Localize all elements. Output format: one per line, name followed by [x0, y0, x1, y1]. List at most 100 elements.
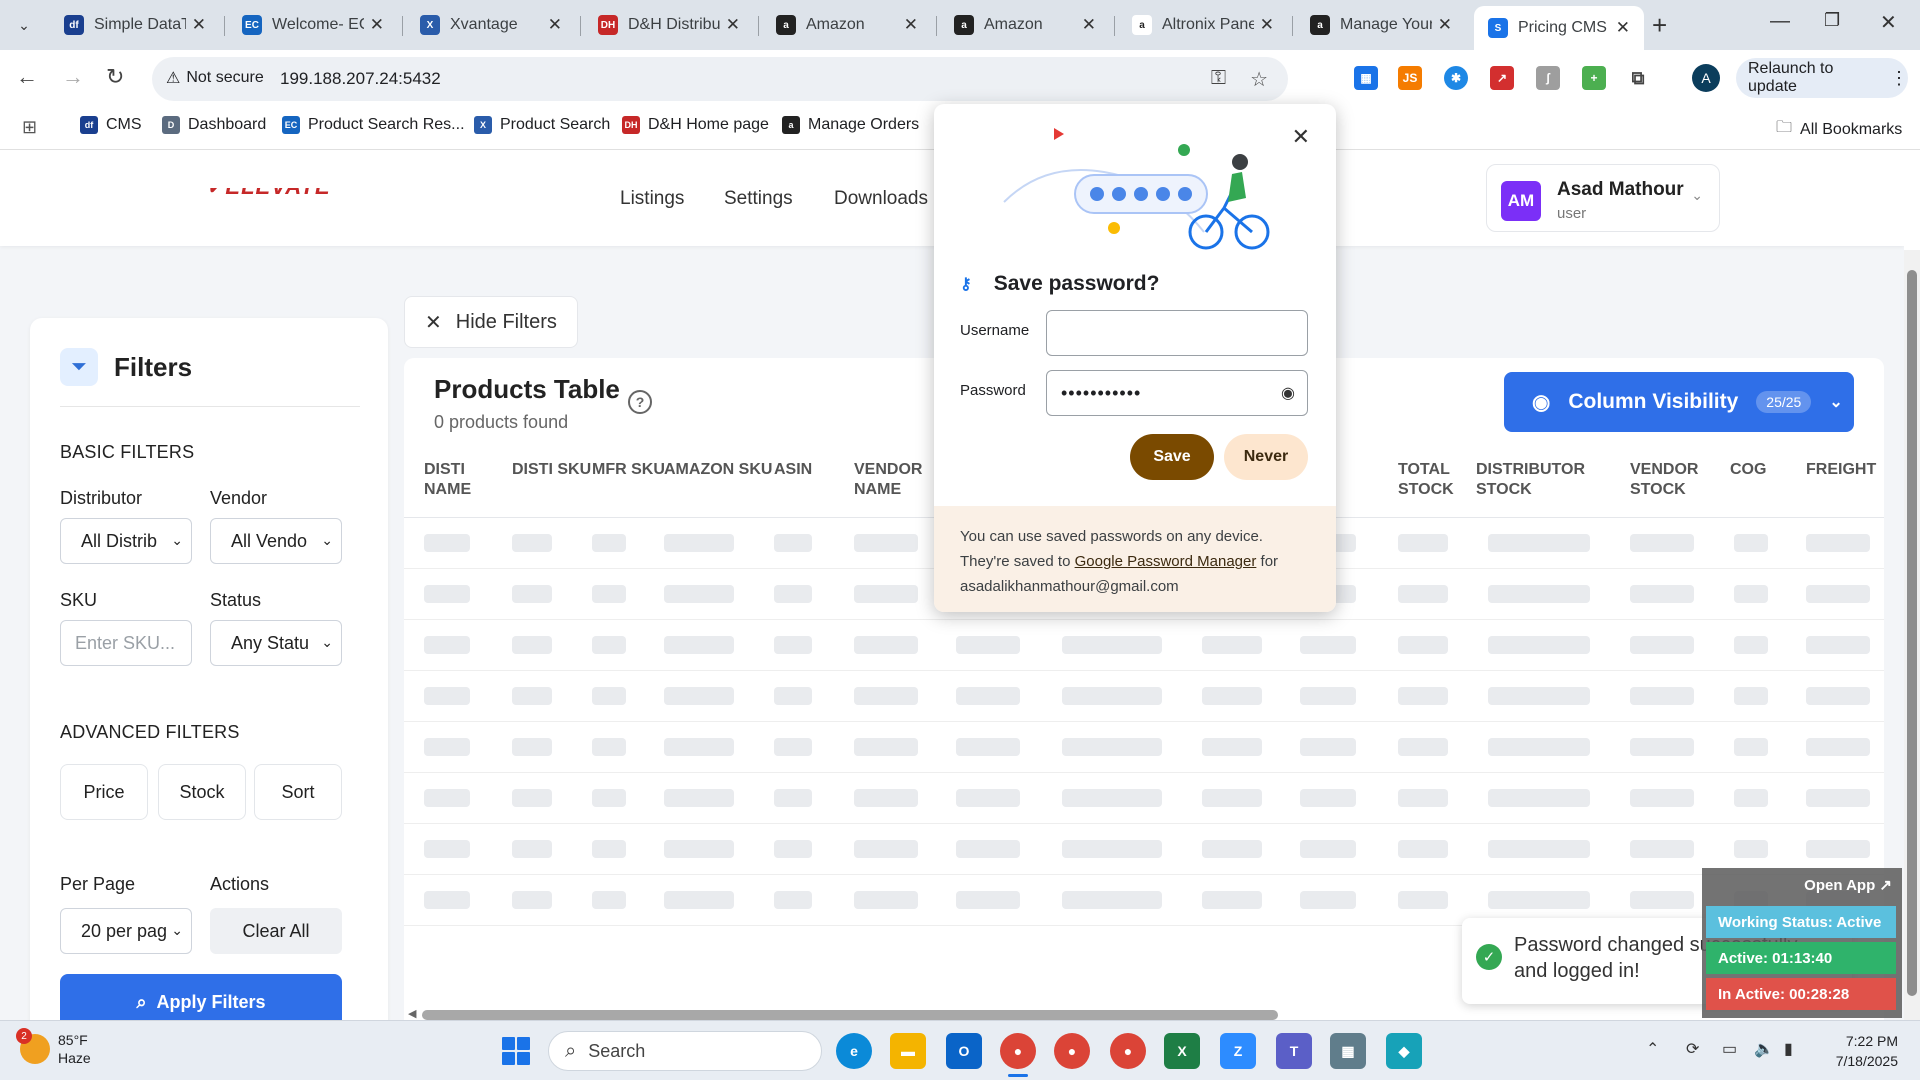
close-window-button[interactable]: ✕	[1880, 10, 1897, 35]
reload-button[interactable]: ↻	[106, 64, 124, 90]
sync-icon[interactable]: ⟳	[1686, 1039, 1699, 1059]
weather-widget[interactable]: 2 85°F Haze	[16, 1028, 91, 1067]
tab-0[interactable]: df Simple DataT ✕	[50, 6, 220, 44]
bookmark-item[interactable]: a Manage Orders	[782, 116, 919, 134]
system-clock[interactable]: 7:22 PM 7/18/2025	[1818, 1031, 1898, 1071]
tab-7[interactable]: a Manage Your ✕	[1296, 6, 1466, 44]
password-manager-link[interactable]: Google Password Manager	[1075, 553, 1257, 570]
tab-8[interactable]: S Pricing CMS ✕	[1474, 6, 1644, 50]
password-key-icon[interactable]: ⚿	[1211, 67, 1226, 92]
forward-button[interactable]: →	[62, 64, 84, 90]
column-header[interactable]: TOTAL STOCK	[1398, 460, 1488, 500]
bookmark-item[interactable]: DH D&H Home page	[622, 116, 769, 134]
vendor-select[interactable]: All Vendo ⌄	[210, 518, 342, 564]
all-bookmarks-button[interactable]: 🗀 All Bookmarks	[1776, 116, 1902, 143]
close-tab-icon[interactable]: ✕	[1260, 15, 1274, 35]
price-filter-button[interactable]: Price	[60, 764, 148, 820]
tab-5[interactable]: a Amazon ✕	[940, 6, 1110, 44]
nav-listings[interactable]: Listings	[620, 188, 684, 210]
column-header[interactable]: MFR SKU	[592, 460, 666, 480]
tab-1[interactable]: EC Welcome- EC ✕	[228, 6, 398, 44]
calculator-icon[interactable]: ▦	[1330, 1033, 1366, 1069]
bookmark-item[interactable]: X Product Search	[474, 116, 610, 134]
scroll-left-icon[interactable]: ◀	[408, 1007, 416, 1020]
outlook-icon[interactable]: O	[946, 1033, 982, 1069]
nav-settings[interactable]: Settings	[724, 188, 793, 210]
tab-4[interactable]: a Amazon ✕	[762, 6, 932, 44]
profile-avatar[interactable]: A	[1692, 64, 1720, 92]
distributor-select[interactable]: All Distrib ⌄	[60, 518, 192, 564]
apps-grid-icon[interactable]: ⊞	[22, 117, 37, 138]
nav-downloads[interactable]: Downloads	[834, 188, 928, 210]
minimize-button[interactable]: —	[1770, 10, 1790, 33]
clear-all-button[interactable]: Clear All	[210, 908, 342, 954]
save-password-button[interactable]: Save	[1130, 434, 1214, 480]
status-select[interactable]: Any Statu ⌄	[210, 620, 342, 666]
more-menu-icon[interactable]: ⋮	[1890, 68, 1908, 89]
never-button[interactable]: Never	[1224, 434, 1308, 480]
bookmark-item[interactable]: EC Product Search Res...	[282, 116, 465, 134]
hide-filters-button[interactable]: ✕ Hide Filters	[404, 296, 578, 348]
taskbar-search[interactable]: ⌕ Search	[548, 1031, 822, 1071]
close-tab-icon[interactable]: ✕	[726, 15, 740, 35]
vertical-scrollbar[interactable]	[1904, 250, 1920, 1020]
column-header[interactable]: AMAZON SKU	[664, 460, 774, 480]
column-header[interactable]: ASIN	[774, 460, 852, 480]
relaunch-button[interactable]: Relaunch to update ⋮	[1736, 58, 1908, 98]
brand-logo[interactable]: ✓ELEVATE	[206, 188, 402, 198]
battery-icon[interactable]: ▮	[1784, 1039, 1793, 1059]
scrollbar-thumb[interactable]	[1907, 270, 1917, 996]
column-header[interactable]: FREIGHT	[1806, 460, 1904, 480]
stock-filter-button[interactable]: Stock	[158, 764, 246, 820]
close-tab-icon[interactable]: ✕	[192, 15, 206, 35]
column-visibility-button[interactable]: ◉ Column Visibility 25/25 ⌄	[1504, 372, 1854, 432]
password-field[interactable]: ••••••••••• ◉	[1046, 370, 1308, 416]
eye-icon[interactable]: ◉	[1281, 383, 1295, 403]
start-button[interactable]	[502, 1037, 530, 1065]
tray-overflow-icon[interactable]: ⌃	[1646, 1039, 1659, 1059]
bookmark-item[interactable]: D Dashboard	[162, 116, 266, 134]
tab-6[interactable]: a Altronix Pane ✕	[1118, 6, 1288, 44]
address-bar[interactable]: ⚠ Not secure 199.188.207.24:5432 ⚿ ☆	[152, 57, 1288, 101]
security-indicator[interactable]: ⚠ Not secure	[166, 68, 264, 88]
extension-plus-icon[interactable]: +	[1582, 66, 1606, 90]
close-tab-icon[interactable]: ✕	[1082, 15, 1096, 35]
chrome-profile-icon[interactable]: ●	[1054, 1033, 1090, 1069]
back-button[interactable]: ←	[16, 64, 38, 90]
column-header[interactable]: DISTI NAME	[424, 460, 510, 500]
sku-input[interactable]: Enter SKU...	[60, 620, 192, 666]
edge-icon[interactable]: e	[836, 1033, 872, 1069]
chrome-icon[interactable]: ●	[1000, 1033, 1036, 1077]
url-text[interactable]: 199.188.207.24:5432	[280, 69, 441, 89]
extensions-puzzle-icon[interactable]: ⧉	[1626, 66, 1650, 90]
horizontal-scrollbar[interactable]	[422, 1010, 1278, 1020]
column-header[interactable]: VENDOR STOCK	[1630, 460, 1734, 500]
per-page-select[interactable]: 20 per pag ⌄	[60, 908, 192, 954]
tab-search-button[interactable]: ⌄	[10, 12, 38, 38]
username-field[interactable]	[1046, 310, 1308, 356]
extension-grid-icon[interactable]: ▦	[1354, 66, 1378, 90]
column-header[interactable]: COG	[1730, 460, 1804, 480]
maximize-button[interactable]: ❐	[1824, 10, 1840, 31]
close-tab-icon[interactable]: ✕	[1616, 18, 1630, 38]
teams-icon[interactable]: T	[1276, 1033, 1312, 1069]
extension-globe-icon[interactable]: ✱	[1444, 66, 1468, 90]
help-icon[interactable]: ?	[628, 390, 652, 414]
user-menu[interactable]: AM Asad Mathour user ⌄	[1486, 164, 1720, 232]
open-app-link[interactable]: Open App ↗	[1804, 876, 1892, 894]
close-tab-icon[interactable]: ✕	[1438, 15, 1452, 35]
chrome-profile-2-icon[interactable]: ●	[1110, 1033, 1146, 1069]
tab-2[interactable]: X Xvantage ✕	[406, 6, 576, 44]
app-diamond-icon[interactable]: ◆	[1386, 1033, 1422, 1069]
close-icon[interactable]: ✕	[1292, 124, 1310, 150]
bookmark-item[interactable]: df CMS	[80, 116, 142, 134]
close-tab-icon[interactable]: ✕	[548, 15, 562, 35]
bookmark-star-icon[interactable]: ☆	[1250, 67, 1268, 92]
excel-icon[interactable]: X	[1164, 1033, 1200, 1069]
extension-js-icon[interactable]: JS	[1398, 66, 1422, 90]
sort-filter-button[interactable]: Sort	[254, 764, 342, 820]
extension-leaf-icon[interactable]: ʃ	[1536, 66, 1560, 90]
new-tab-button[interactable]: +	[1652, 10, 1667, 41]
column-header[interactable]: DISTRIBUTOR STOCK	[1476, 460, 1616, 500]
close-tab-icon[interactable]: ✕	[904, 15, 918, 35]
